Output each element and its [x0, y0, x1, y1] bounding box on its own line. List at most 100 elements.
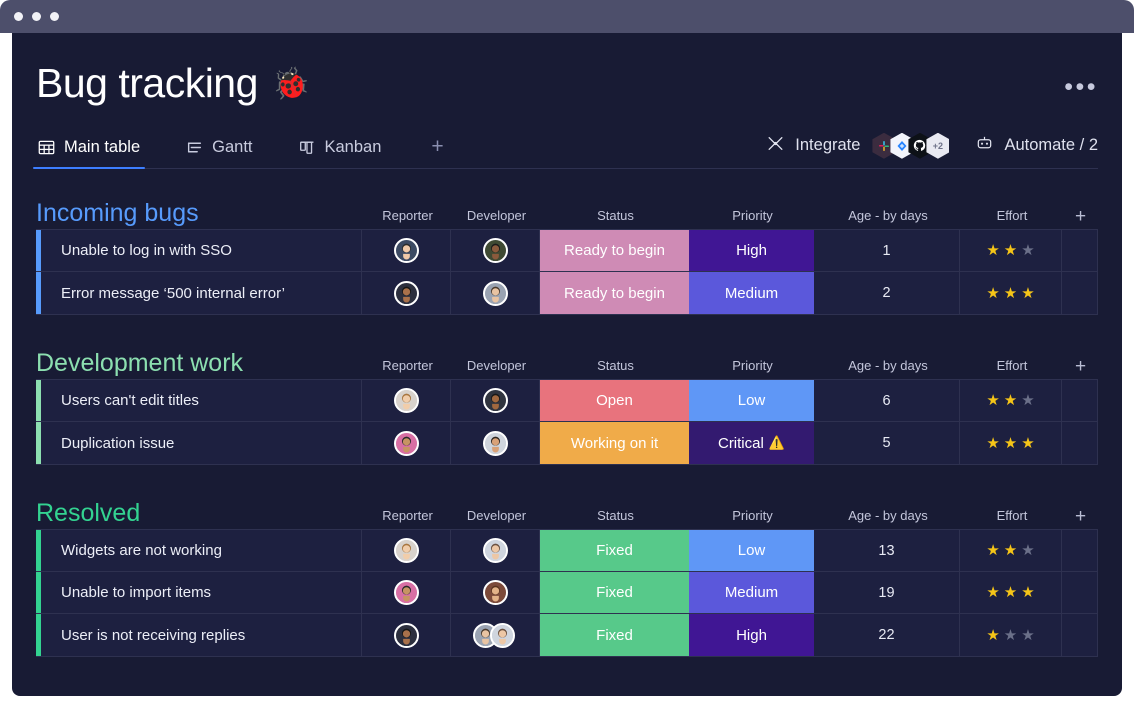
table-row[interactable]: Duplication issueWorking on itCritical⚠️… [36, 422, 1097, 464]
effort-star[interactable]: ★ [986, 286, 999, 301]
table-row[interactable]: Unable to import itemsFixedMedium19★★★ [36, 572, 1097, 614]
column-header-status[interactable]: Status [541, 358, 690, 377]
effort-star[interactable]: ★ [986, 243, 999, 258]
table-row[interactable]: Widgets are not workingFixedLow13★★★ [36, 530, 1097, 572]
avatar[interactable] [394, 431, 419, 456]
effort-star[interactable]: ★ [1021, 628, 1034, 643]
avatar[interactable] [394, 538, 419, 563]
row-reporter[interactable] [362, 614, 451, 656]
row-developer[interactable] [451, 614, 540, 656]
table-row[interactable]: Unable to log in with SSOReady to beginH… [36, 230, 1097, 272]
avatar[interactable] [483, 281, 508, 306]
row-add-cell[interactable] [1062, 380, 1097, 421]
effort-star[interactable]: ★ [1004, 436, 1017, 451]
row-reporter[interactable] [362, 230, 451, 271]
add-view-button[interactable]: + [425, 136, 449, 165]
group-title[interactable]: Development work [36, 351, 243, 377]
effort-star[interactable]: ★ [1004, 543, 1017, 558]
column-header-effort[interactable]: Effort [961, 358, 1063, 377]
row-title[interactable]: Error message ‘500 internal error’ [41, 272, 362, 314]
row-age[interactable]: 22 [814, 614, 960, 656]
avatar[interactable] [483, 538, 508, 563]
row-age[interactable]: 19 [814, 572, 960, 613]
avatar[interactable] [394, 580, 419, 605]
row-developer[interactable] [451, 230, 540, 271]
row-add-cell[interactable] [1062, 230, 1097, 271]
tab-main-table[interactable]: Main table [36, 132, 142, 168]
row-effort[interactable]: ★ ★ ★ [960, 530, 1062, 571]
column-header-status[interactable]: Status [541, 208, 690, 227]
row-priority[interactable]: Medium [689, 572, 814, 613]
column-header-priority[interactable]: Priority [690, 508, 815, 527]
effort-star[interactable]: ★ [1004, 286, 1017, 301]
effort-star[interactable]: ★ [986, 585, 999, 600]
effort-star[interactable]: ★ [1021, 436, 1034, 451]
effort-star[interactable]: ★ [1004, 585, 1017, 600]
add-column-button[interactable]: + [1063, 207, 1098, 227]
column-header-priority[interactable]: Priority [690, 208, 815, 227]
row-age[interactable]: 1 [814, 230, 960, 271]
maximize-window-button[interactable] [50, 12, 59, 21]
avatar[interactable] [394, 238, 419, 263]
avatar[interactable] [483, 580, 508, 605]
row-effort[interactable]: ★★★ [960, 380, 1062, 421]
effort-rating[interactable]: ★★★ [986, 436, 1034, 451]
effort-rating[interactable]: ★ ★ ★ [986, 585, 1034, 600]
row-title[interactable]: Duplication issue [41, 422, 362, 464]
add-column-button[interactable]: + [1063, 357, 1098, 377]
avatar[interactable] [394, 623, 419, 648]
effort-star[interactable]: ★ [1021, 585, 1034, 600]
add-column-button[interactable]: + [1063, 507, 1098, 527]
effort-star[interactable]: ★ [986, 543, 999, 558]
avatar-group[interactable] [473, 623, 517, 648]
automate-button[interactable]: Automate / 2 [975, 134, 1098, 158]
column-header-reporter[interactable]: Reporter [363, 358, 452, 377]
row-title[interactable]: Users can't edit titles [41, 380, 362, 421]
effort-star[interactable]: ★ [1004, 628, 1017, 643]
row-reporter[interactable] [362, 572, 451, 613]
avatar[interactable] [394, 388, 419, 413]
row-priority[interactable]: Medium [689, 272, 814, 314]
group-title[interactable]: Resolved [36, 501, 140, 527]
effort-star[interactable]: ★ [1021, 543, 1034, 558]
row-developer[interactable] [451, 422, 540, 464]
row-age[interactable]: 6 [814, 380, 960, 421]
effort-star[interactable]: ★ [1004, 243, 1017, 258]
group-title[interactable]: Incoming bugs [36, 201, 199, 227]
row-status[interactable]: Open [540, 380, 689, 421]
row-status[interactable]: Fixed [540, 614, 689, 656]
row-developer[interactable] [451, 272, 540, 314]
effort-star[interactable]: ★ [986, 628, 999, 643]
row-priority[interactable]: High [689, 614, 814, 656]
column-header-reporter[interactable]: Reporter [363, 508, 452, 527]
row-reporter[interactable] [362, 380, 451, 421]
row-status[interactable]: Ready to begin [540, 230, 689, 271]
row-effort[interactable]: ★★★ [960, 422, 1062, 464]
row-priority[interactable]: Critical⚠️ [689, 422, 814, 464]
column-header-developer[interactable]: Developer [452, 208, 541, 227]
row-status[interactable]: Fixed [540, 530, 689, 571]
avatar[interactable] [490, 623, 515, 648]
row-title[interactable]: Unable to log in with SSO [41, 230, 362, 271]
row-developer[interactable] [451, 380, 540, 421]
column-header-status[interactable]: Status [541, 508, 690, 527]
avatar[interactable] [483, 238, 508, 263]
column-header-age[interactable]: Age - by days [815, 358, 961, 377]
row-developer[interactable] [451, 530, 540, 571]
row-reporter[interactable] [362, 272, 451, 314]
row-title[interactable]: User is not receiving replies [41, 614, 362, 656]
avatar[interactable] [394, 281, 419, 306]
column-header-developer[interactable]: Developer [452, 358, 541, 377]
column-header-developer[interactable]: Developer [452, 508, 541, 527]
integrate-button[interactable]: Integrate [766, 133, 949, 159]
row-effort[interactable]: ★ ★ ★ [960, 614, 1062, 656]
column-header-priority[interactable]: Priority [690, 358, 815, 377]
effort-star[interactable]: ★ [986, 393, 999, 408]
close-window-button[interactable] [14, 12, 23, 21]
row-effort[interactable]: ★★★ [960, 230, 1062, 271]
avatar[interactable] [483, 431, 508, 456]
row-add-cell[interactable] [1062, 272, 1097, 314]
effort-rating[interactable]: ★★★ [986, 243, 1034, 258]
row-reporter[interactable] [362, 422, 451, 464]
row-effort[interactable]: ★ ★ ★ [960, 572, 1062, 613]
